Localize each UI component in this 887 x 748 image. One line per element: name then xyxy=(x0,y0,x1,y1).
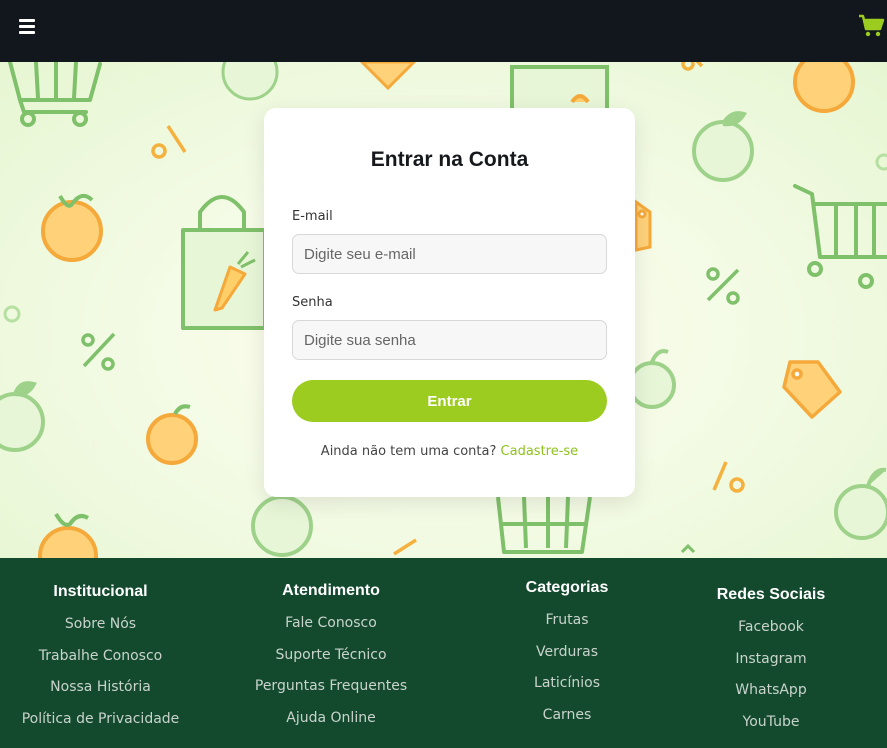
hamburger-menu-icon[interactable] xyxy=(19,18,35,34)
basket-icon xyxy=(496,496,592,554)
footer-link-sobre-nos[interactable]: Sobre Nós xyxy=(0,615,201,647)
percent-icon xyxy=(81,332,116,371)
signup-prompt: Ainda não tem uma conta? Cadastre-se xyxy=(264,444,635,459)
leaf-icon xyxy=(680,543,696,554)
footer-link-verduras[interactable]: Verduras xyxy=(492,643,642,675)
footer-link-frutas[interactable]: Frutas xyxy=(492,611,642,643)
footer-column-institucional: Institucional Sobre Nós Trabalhe Conosco… xyxy=(0,583,201,741)
footer-column-title: Categorias xyxy=(525,579,609,596)
apple-icon xyxy=(692,111,754,182)
signup-link[interactable]: Cadastre-se xyxy=(501,444,579,459)
footer-link-facebook[interactable]: Facebook xyxy=(696,618,846,650)
percent-icon xyxy=(706,267,740,305)
login-submit-button[interactable]: Entrar xyxy=(292,380,607,422)
footer-link-suporte-tecnico[interactable]: Suporte Técnico xyxy=(236,646,426,678)
orange-icon xyxy=(41,193,103,262)
footer-link-perguntas-frequentes[interactable]: Perguntas Frequentes xyxy=(236,677,426,709)
login-card: Entrar na Conta E-mail Senha Entrar Aind… xyxy=(264,108,635,497)
password-label: Senha xyxy=(292,295,333,310)
email-input[interactable] xyxy=(292,234,607,274)
orange-icon xyxy=(793,62,855,113)
signup-prompt-text: Ainda não tem uma conta? xyxy=(320,444,497,459)
cart-icon xyxy=(793,184,887,289)
apple-icon xyxy=(628,349,676,409)
apple-icon xyxy=(251,495,313,557)
footer-column-title: Institucional xyxy=(53,583,148,600)
percent-icon xyxy=(681,62,704,71)
price-tag-icon xyxy=(359,62,417,91)
footer-column-title: Redes Sociais xyxy=(716,586,826,603)
price-tag-icon xyxy=(782,360,842,419)
apple-icon xyxy=(834,467,887,540)
email-label: E-mail xyxy=(292,209,333,224)
price-tag-icon xyxy=(393,538,417,556)
orange-icon xyxy=(146,404,198,465)
login-hero-section: Entrar na Conta E-mail Senha Entrar Aind… xyxy=(0,62,887,558)
top-navbar xyxy=(0,0,887,62)
orange-icon xyxy=(38,512,98,558)
cart-icon xyxy=(8,62,102,127)
footer-column-title: Atendimento xyxy=(282,582,380,599)
footer-link-ajuda-online[interactable]: Ajuda Online xyxy=(236,709,426,741)
site-footer: Institucional Sobre Nós Trabalhe Conosco… xyxy=(0,558,887,748)
footer-link-carnes[interactable]: Carnes xyxy=(492,706,642,738)
footer-link-instagram[interactable]: Instagram xyxy=(696,650,846,682)
price-tag-icon xyxy=(634,199,652,252)
footer-link-laticinios[interactable]: Laticínios xyxy=(492,674,642,706)
footer-link-trabalhe-conosco[interactable]: Trabalhe Conosco xyxy=(0,647,201,679)
ring-icon xyxy=(875,153,887,171)
ring-icon xyxy=(3,305,21,323)
footer-link-politica-privacidade[interactable]: Política de Privacidade xyxy=(0,710,201,742)
footer-column-redes-sociais: Redes Sociais Facebook Instagram WhatsAp… xyxy=(696,586,846,744)
percent-icon xyxy=(151,125,187,159)
apple-icon xyxy=(0,381,45,452)
percent-icon xyxy=(712,461,745,493)
apple-icon xyxy=(221,62,279,101)
footer-column-categorias: Categorias Frutas Verduras Laticínios Ca… xyxy=(492,579,642,737)
footer-link-youtube[interactable]: YouTube xyxy=(696,713,846,745)
shopping-bag-carrot-icon xyxy=(181,195,267,330)
footer-column-atendimento: Atendimento Fale Conosco Suporte Técnico… xyxy=(236,582,426,740)
footer-link-fale-conosco[interactable]: Fale Conosco xyxy=(236,614,426,646)
password-input[interactable] xyxy=(292,320,607,360)
footer-link-nossa-historia[interactable]: Nossa História xyxy=(0,678,201,710)
footer-link-whatsapp[interactable]: WhatsApp xyxy=(696,681,846,713)
login-title: Entrar na Conta xyxy=(370,148,529,171)
shopping-cart-icon[interactable] xyxy=(858,14,886,38)
